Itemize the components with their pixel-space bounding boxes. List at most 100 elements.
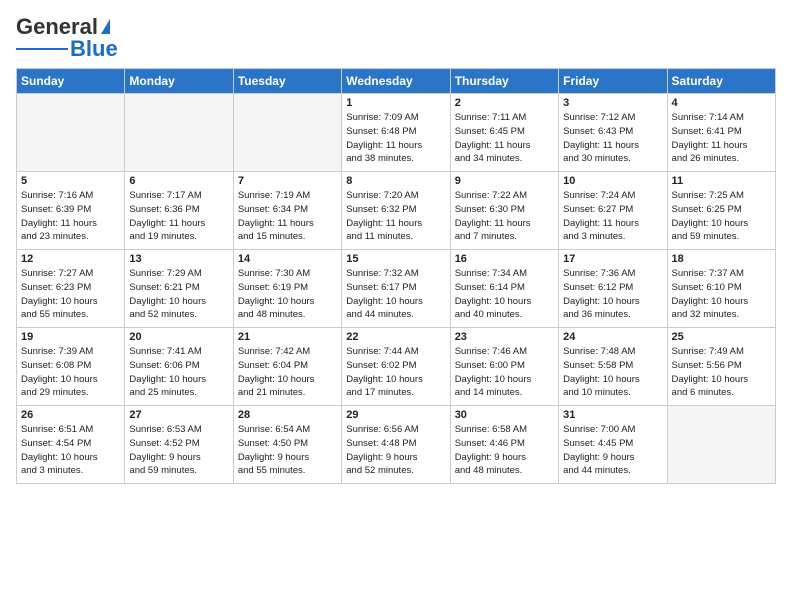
- day-number: 31: [563, 409, 662, 421]
- cell-line: Sunrise: 7:44 AM: [346, 346, 418, 357]
- cell-line: and 55 minutes.: [21, 309, 89, 320]
- cell-line: and 34 minutes.: [455, 153, 523, 164]
- cell-line: Sunset: 6:10 PM: [672, 282, 742, 293]
- cell-line: Sunrise: 7:14 AM: [672, 112, 744, 123]
- week-row-4: 19Sunrise: 7:39 AMSunset: 6:08 PMDayligh…: [17, 328, 776, 406]
- calendar-cell: 2Sunrise: 7:11 AMSunset: 6:45 PMDaylight…: [450, 94, 558, 172]
- cell-content: Sunrise: 7:46 AMSunset: 6:00 PMDaylight:…: [455, 345, 554, 400]
- cell-line: Daylight: 11 hours: [129, 218, 205, 229]
- cell-line: Daylight: 10 hours: [21, 374, 98, 385]
- cell-content: Sunrise: 7:37 AM Sunset: 6:10 PM Daylight:…: [672, 267, 771, 322]
- cell-content: Sunrise: 7:20 AMSunset: 6:32 PMDaylight:…: [346, 189, 445, 244]
- cell-line: and 23 minutes.: [21, 231, 89, 242]
- cell-line: Daylight: 10 hours: [672, 374, 749, 385]
- cell-line: Sunrise: 7:41 AM: [129, 346, 201, 357]
- day-number: 4: [672, 97, 771, 109]
- day-number: 28: [238, 409, 337, 421]
- calendar-cell: 1Sunrise: 7:09 AMSunset: 6:48 PMDaylight…: [342, 94, 450, 172]
- calendar-cell: 14Sunrise: 7:30 AMSunset: 6:19 PMDayligh…: [233, 250, 341, 328]
- cell-line: Sunrise: 7:27 AM: [21, 268, 93, 279]
- cell-line: Daylight: 10 hours: [672, 218, 749, 229]
- week-row-2: 5Sunrise: 7:16 AMSunset: 6:39 PMDaylight…: [17, 172, 776, 250]
- cell-line: Sunrise: 7:37 AM: [672, 268, 744, 279]
- cell-line: Sunset: 6:00 PM: [455, 360, 525, 371]
- cell-line: Sunset: 6:23 PM: [21, 282, 91, 293]
- calendar-cell: 3Sunrise: 7:12 AMSunset: 6:43 PMDaylight…: [559, 94, 667, 172]
- cell-line: Sunset: 6:43 PM: [563, 126, 633, 137]
- cell-line: Sunset: 4:48 PM: [346, 438, 416, 449]
- cell-line: Sunrise: 6:58 AM: [455, 424, 527, 435]
- cell-line: Daylight: 10 hours: [129, 374, 206, 385]
- cell-line: Daylight: 9 hours: [129, 452, 200, 463]
- calendar-cell: 8Sunrise: 7:20 AMSunset: 6:32 PMDaylight…: [342, 172, 450, 250]
- cell-line: Daylight: 10 hours: [21, 296, 98, 307]
- cell-line: Sunset: 6:32 PM: [346, 204, 416, 215]
- cell-line: Sunrise: 6:54 AM: [238, 424, 310, 435]
- day-number: 11: [672, 175, 771, 187]
- day-number: 10: [563, 175, 662, 187]
- cell-line: Sunrise: 7:42 AM: [238, 346, 310, 357]
- cell-line: Daylight: 10 hours: [129, 296, 206, 307]
- cell-line: Sunrise: 7:09 AM: [346, 112, 418, 123]
- cell-content: Sunrise: 7:19 AMSunset: 6:34 PMDaylight:…: [238, 189, 337, 244]
- cell-line: and 55 minutes.: [238, 465, 306, 476]
- cell-line: Sunrise: 7:16 AM: [21, 190, 93, 201]
- cell-line: and 52 minutes.: [129, 309, 197, 320]
- cell-line: and 3 minutes.: [21, 465, 83, 476]
- cell-line: Sunset: 6:21 PM: [129, 282, 199, 293]
- cell-line: Sunrise: 7:46 AM: [455, 346, 527, 357]
- cell-line: Sunrise: 7:25 AM: [672, 190, 744, 201]
- week-row-3: 12Sunrise: 7:27 AMSunset: 6:23 PMDayligh…: [17, 250, 776, 328]
- cell-line: Sunset: 6:14 PM: [455, 282, 525, 293]
- cell-line: Daylight: 9 hours: [238, 452, 309, 463]
- calendar-cell: 28 Sunrise: 6:54 AMSunset: 4:50 PMDayligh…: [233, 406, 341, 484]
- day-number: 20: [129, 331, 228, 343]
- cell-line: Sunrise: 7:22 AM: [455, 190, 527, 201]
- cell-line: Daylight: 10 hours: [672, 296, 749, 307]
- calendar-cell: 24Sunrise: 7:48 AMSunset: 5:58 PMDayligh…: [559, 328, 667, 406]
- cell-content: Sunrise: 6:54 AMSunset: 4:50 PMDaylight:…: [238, 423, 337, 478]
- calendar-cell: 4Sunrise: 7:14 AMSunset: 6:41 PMDaylight…: [667, 94, 775, 172]
- calendar-cell: 16Sunrise: 7:34 AMSunset: 6:14 PMDayligh…: [450, 250, 558, 328]
- calendar-cell: 19Sunrise: 7:39 AMSunset: 6:08 PMDayligh…: [17, 328, 125, 406]
- day-number: 8: [346, 175, 445, 187]
- cell-content: Sunrise: 7:17 AMSunset: 6:36 PMDaylight:…: [129, 189, 228, 244]
- calendar-cell: 5Sunrise: 7:16 AMSunset: 6:39 PMDaylight…: [17, 172, 125, 250]
- calendar-cell: 9Sunrise: 7:22 AMSunset: 6:30 PMDaylight…: [450, 172, 558, 250]
- cell-line: Sunset: 6:12 PM: [563, 282, 633, 293]
- cell-line: and 10 minutes.: [563, 387, 631, 398]
- day-number: 27: [129, 409, 228, 421]
- calendar-cell: 20 Sunrise: 7:41 AMSunset: 6:06 PMDayligh…: [125, 328, 233, 406]
- cell-content: Sunrise: 7:30 AMSunset: 6:19 PMDaylight:…: [238, 267, 337, 322]
- cell-content: Sunrise: 7:44 AMSunset: 6:02 PMDaylight:…: [346, 345, 445, 400]
- calendar-cell: 10Sunrise: 7:24 AMSunset: 6:27 PMDayligh…: [559, 172, 667, 250]
- cell-content: Sunrise: 7:11 AMSunset: 6:45 PMDaylight:…: [455, 111, 554, 166]
- cell-line: Sunrise: 6:51 AM: [21, 424, 93, 435]
- calendar-cell: [125, 94, 233, 172]
- cell-line: and 44 minutes.: [346, 309, 414, 320]
- cell-content: Sunrise: 7:41 AMSunset: 6:06 PMDaylight:…: [129, 345, 228, 400]
- cell-line: Sunrise: 7:11 AM: [455, 112, 527, 123]
- cell-line: and 44 minutes.: [563, 465, 631, 476]
- calendar-cell: 31Sunrise: 7:00 AMSunset: 4:45 PMDayligh…: [559, 406, 667, 484]
- weekday-header-monday: Monday: [125, 69, 233, 94]
- day-number: 3: [563, 97, 662, 109]
- cell-line: Daylight: 10 hours: [346, 374, 423, 385]
- cell-line: Daylight: 11 hours: [563, 218, 639, 229]
- calendar-cell: 27Sunrise: 6:53 AMSunset: 4:52 PMDayligh…: [125, 406, 233, 484]
- cell-line: Daylight: 10 hours: [563, 296, 640, 307]
- cell-line: Daylight: 9 hours: [455, 452, 526, 463]
- day-number: 17: [563, 253, 662, 265]
- cell-line: Sunset: 6:34 PM: [238, 204, 308, 215]
- calendar-cell: 6Sunrise: 7:17 AMSunset: 6:36 PMDaylight…: [125, 172, 233, 250]
- cell-content: Sunrise: 7:32 AMSunset: 6:17 PMDaylight:…: [346, 267, 445, 322]
- cell-line: Sunrise: 7:12 AM: [563, 112, 635, 123]
- cell-line: Daylight: 10 hours: [563, 374, 640, 385]
- cell-line: Sunset: 6:30 PM: [455, 204, 525, 215]
- calendar-cell: [17, 94, 125, 172]
- cell-line: and 48 minutes.: [455, 465, 523, 476]
- cell-line: Sunrise: 7:49 AM: [672, 346, 744, 357]
- cell-line: Sunrise: 7:00 AM: [563, 424, 635, 435]
- cell-line: Sunrise: 7:20 AM: [346, 190, 418, 201]
- cell-line: and 59 minutes.: [129, 465, 197, 476]
